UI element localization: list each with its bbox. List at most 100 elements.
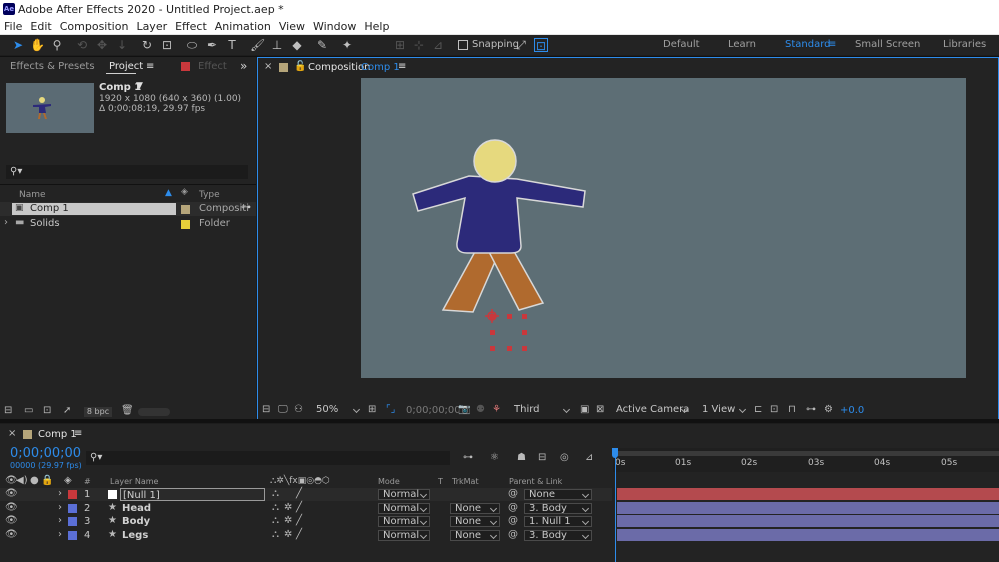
mode-dropdown[interactable]: Normal <box>378 530 430 541</box>
layer-name[interactable]: Legs <box>122 529 148 542</box>
puppet-tool-icon[interactable]: ✦ <box>340 38 354 52</box>
current-time-display[interactable]: 0;00;00;00 <box>10 446 81 461</box>
layer-row[interactable]: 👁 › 3 ★ Body ⛬ ✲ ╱ Normal None @ 1. Null… <box>0 515 612 528</box>
expand-arrow-icon[interactable]: › <box>58 502 62 514</box>
snap-features-icon[interactable]: ⊡ <box>534 38 548 53</box>
camera-dropdown[interactable]: Active Camera <box>612 405 690 416</box>
view-layout-dropdown[interactable]: 1 View <box>698 405 748 416</box>
timeline-menu-icon[interactable]: ≡ <box>74 428 82 439</box>
comp-dropdown-icon[interactable]: ▼ <box>136 81 143 91</box>
rotation-tool-icon[interactable]: ↻ <box>140 38 154 52</box>
brush-tool-icon[interactable]: 🖌 <box>250 38 265 52</box>
draft-3d-icon[interactable]: ⚛ <box>490 452 499 464</box>
eye-icon[interactable]: 👁 <box>5 529 18 541</box>
menu-animation[interactable]: Animation <box>211 19 275 34</box>
comp-canvas[interactable] <box>361 78 966 378</box>
flowchart-icon[interactable]: ⊶ <box>241 202 251 213</box>
layer-label-color[interactable] <box>68 517 77 526</box>
new-folder-icon[interactable]: ▭ <box>24 405 33 417</box>
type-column-header[interactable]: Type <box>199 190 220 200</box>
roto-brush-tool-icon[interactable]: ✎ <box>315 38 329 52</box>
interpret-footage-icon[interactable]: ⊟ <box>4 405 12 417</box>
lock-switch-icon[interactable]: 🔒 <box>41 475 53 487</box>
parent-dropdown[interactable]: None <box>524 489 592 500</box>
color-channels-icon[interactable]: ⚘ <box>492 404 501 416</box>
expand-arrow-icon[interactable]: › <box>58 529 62 541</box>
resolution-dropdown[interactable]: Third <box>510 405 572 416</box>
expand-panels-icon[interactable]: » <box>240 59 247 73</box>
label-tag-icon[interactable]: ◈ <box>181 187 188 197</box>
reset-exposure-icon[interactable]: ⚙ <box>824 404 833 416</box>
workspace-libraries[interactable]: Libraries <box>943 39 986 50</box>
viewer-tab-name[interactable]: Comp 1 <box>361 62 400 73</box>
workspace-standard[interactable]: Standard <box>785 39 831 50</box>
layer-label-color[interactable] <box>68 490 77 499</box>
local-axis-icon[interactable]: ⊞ <box>393 38 407 52</box>
collapse-switch-icon[interactable]: ⛬ <box>272 529 279 541</box>
menu-window[interactable]: Window <box>309 19 360 34</box>
timeline-tab-name[interactable]: Comp 1 <box>38 429 77 440</box>
eye-icon[interactable]: 👁 <box>5 488 18 500</box>
tab-effect-controls[interactable]: Effect <box>198 61 227 72</box>
clone-stamp-tool-icon[interactable]: ⊥ <box>270 38 284 52</box>
toggle-transparency-grid-icon[interactable]: ▣ <box>580 404 589 416</box>
continuous-rasterize-icon[interactable]: ✲ <box>284 502 292 514</box>
label-tag-icon[interactable]: ◈ <box>64 475 72 487</box>
snapshot-camera-icon[interactable]: 📷 <box>458 404 470 416</box>
time-ruler[interactable]: 0s 01s 02s 03s 04s 05s <box>613 448 999 472</box>
layer-row[interactable]: 👁 › 1 [Null 1] ⛬ ╱ Normal @ None <box>0 488 612 501</box>
mode-dropdown[interactable]: Normal <box>378 516 430 527</box>
magnification-dropdown[interactable]: 50% <box>312 405 362 416</box>
audio-switch-icon[interactable]: ◀) <box>16 475 28 487</box>
world-axis-icon[interactable]: ⊹ <box>412 38 426 52</box>
lock-icon[interactable]: 🔓 <box>294 61 306 72</box>
selection-tool-icon[interactable]: ➤ <box>11 38 25 52</box>
pan-camera-icon[interactable]: ✥ <box>95 38 109 52</box>
fast-previews-icon[interactable]: ⊠ <box>596 404 604 416</box>
viewer-menu-icon[interactable]: ≡ <box>398 61 406 72</box>
workspace-default[interactable]: Default <box>663 39 700 50</box>
workspace-learn[interactable]: Learn <box>728 39 756 50</box>
menu-help[interactable]: Help <box>360 19 393 34</box>
trkmat-dropdown[interactable]: None <box>450 530 500 541</box>
close-tab-icon[interactable]: × <box>264 61 272 72</box>
layer-duration-bar[interactable] <box>617 502 999 514</box>
project-search-field[interactable]: ⚲▾ <box>6 165 248 179</box>
menu-effect[interactable]: Effect <box>171 19 211 34</box>
quality-switch-icon[interactable]: ╱ <box>296 488 302 500</box>
layer-duration-bar[interactable] <box>617 529 999 541</box>
layer-row[interactable]: 👁 › 2 ★ Head ⛬ ✲ ╱ Normal None @ 3. Body <box>0 502 612 515</box>
expand-arrow-icon[interactable]: › <box>4 217 8 228</box>
frame-blending-icon[interactable]: ⊟ <box>538 452 546 464</box>
pen-tool-icon[interactable]: ✒ <box>205 38 219 52</box>
new-composition-icon[interactable]: ⊡ <box>43 405 51 417</box>
tab-project[interactable]: Project <box>109 61 143 72</box>
shy-layers-icon[interactable]: ☗ <box>517 452 526 464</box>
continuous-rasterize-icon[interactable]: ✲ <box>284 529 292 541</box>
collapse-switch-icon[interactable]: ⛬ <box>272 488 279 500</box>
type-tool-icon[interactable]: T <box>225 38 239 52</box>
always-preview-icon[interactable]: ⊟ <box>262 404 270 416</box>
motion-blur-icon[interactable]: ◎ <box>560 452 569 464</box>
layer-row[interactable]: 👁 › 4 ★ Legs ⛬ ✲ ╱ Normal None @ 3. Body <box>0 529 612 542</box>
menu-view[interactable]: View <box>275 19 309 34</box>
snapping-checkbox[interactable] <box>458 40 468 50</box>
hand-tool-icon[interactable]: ✋ <box>30 38 45 52</box>
viewer-timecode[interactable]: 0;00;00;00 <box>406 405 461 416</box>
view-axis-icon[interactable]: ⊿ <box>431 38 445 52</box>
comp-name[interactable]: Comp 1 <box>99 82 141 93</box>
eye-icon[interactable]: 👁 <box>5 502 18 514</box>
pick-whip-icon[interactable]: @ <box>508 488 518 500</box>
parent-dropdown[interactable]: 1. Null 1 <box>524 516 592 527</box>
workspace-menu-icon[interactable]: ≡ <box>828 39 836 50</box>
expand-arrow-icon[interactable]: › <box>58 515 62 527</box>
trash-icon[interactable]: 🗑 <box>121 405 134 417</box>
project-menu-icon[interactable]: ≡ <box>146 61 154 72</box>
trkmat-dropdown[interactable]: None <box>450 516 500 527</box>
exposure-value[interactable]: +0.0 <box>840 405 864 416</box>
composition-mini-flowchart-icon[interactable]: ⊶ <box>463 452 473 464</box>
workspace-small-screen[interactable]: Small Screen <box>855 39 920 50</box>
zoom-tool-icon[interactable]: ⚲ <box>50 38 64 52</box>
snap-edges-icon[interactable]: ⤢ <box>514 38 528 52</box>
dolly-camera-icon[interactable]: ↓ <box>115 38 129 52</box>
